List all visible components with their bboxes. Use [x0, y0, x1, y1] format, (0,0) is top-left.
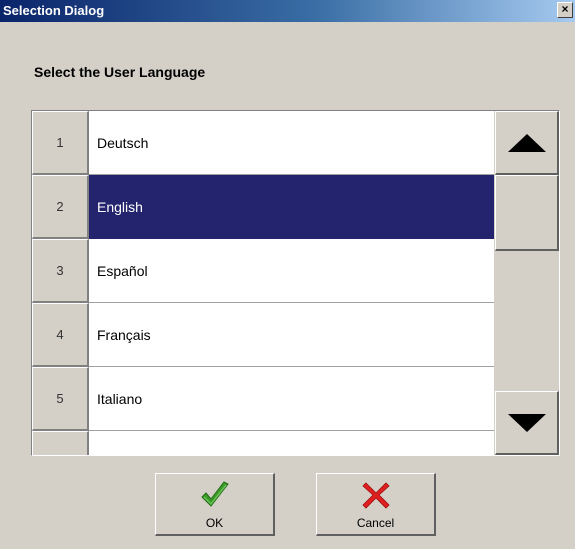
triangle-down-icon	[508, 414, 546, 432]
language-label: Español	[89, 239, 494, 303]
row-number: 3	[32, 239, 89, 303]
language-label: Italiano	[89, 367, 494, 431]
language-label: Deutsch	[89, 111, 494, 175]
row-number: 1	[32, 111, 89, 175]
list-item[interactable]: 4 Français	[32, 303, 494, 367]
cancel-label: Cancel	[356, 516, 395, 530]
language-label	[89, 431, 494, 455]
row-number: 4	[32, 303, 89, 367]
row-number: 5	[32, 367, 89, 431]
list-item[interactable]: 3 Español	[32, 239, 494, 303]
scroll-down-button[interactable]	[495, 391, 559, 455]
close-button[interactable]: ×	[557, 2, 573, 18]
ok-label: OK	[205, 516, 224, 530]
list-item[interactable]: 1 Deutsch	[32, 111, 494, 175]
language-label: English	[89, 175, 494, 239]
window-title: Selection Dialog	[3, 3, 105, 18]
scroll-up-button[interactable]	[495, 111, 559, 175]
list-item[interactable]: 5 Italiano	[32, 367, 494, 431]
list-item[interactable]	[32, 431, 494, 455]
ok-button[interactable]: OK	[155, 473, 275, 536]
language-label: Français	[89, 303, 494, 367]
language-list: 1 Deutsch 2 English 3 Español 4 Français…	[31, 110, 560, 456]
checkmark-icon	[201, 481, 229, 507]
dialog-heading: Select the User Language	[34, 64, 206, 80]
cancel-button[interactable]: Cancel	[316, 473, 436, 536]
list-scrollbar[interactable]	[495, 111, 559, 455]
x-icon	[362, 482, 390, 509]
close-icon: ×	[561, 2, 569, 16]
triangle-up-icon	[508, 134, 546, 152]
title-bar: Selection Dialog ×	[0, 0, 575, 22]
row-number: 2	[32, 175, 89, 239]
scroll-thumb[interactable]	[495, 175, 559, 251]
row-number	[32, 431, 89, 455]
list-item[interactable]: 2 English	[32, 175, 494, 239]
